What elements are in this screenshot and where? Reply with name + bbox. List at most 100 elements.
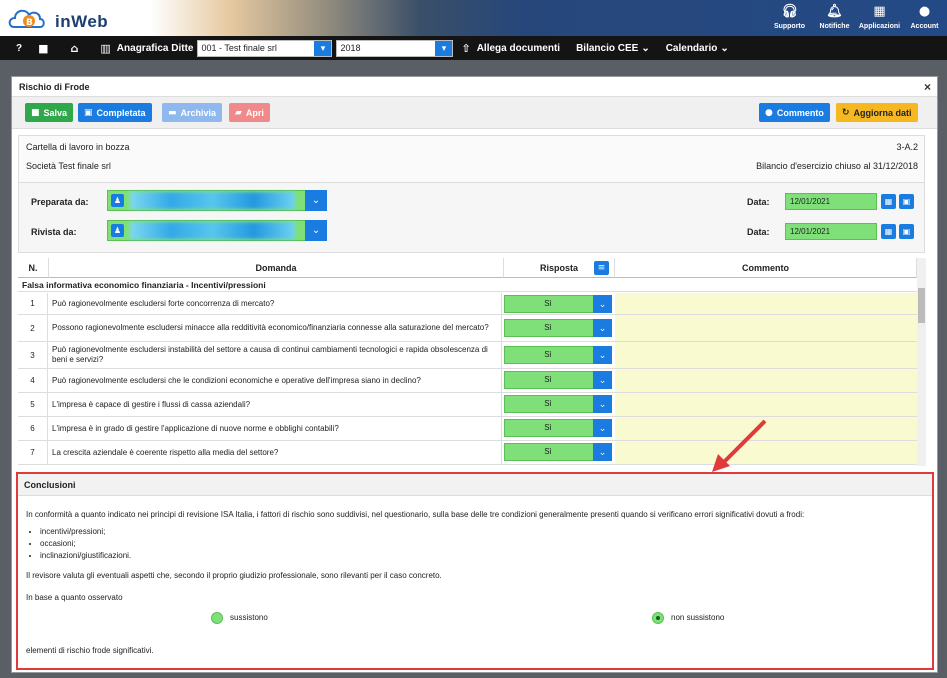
- main-navbar: ? ■ ⌂ ▥ Anagrafica Ditte 001 - Test final…: [0, 36, 947, 60]
- answer-select[interactable]: Sì ⌄: [504, 319, 612, 337]
- anagrafica-label: Anagrafica Ditte: [116, 42, 194, 54]
- row-question: Può ragionevolmente escludersi che le co…: [49, 369, 502, 392]
- apri-button[interactable]: ▰ Apri: [229, 103, 270, 122]
- date-field-preparata[interactable]: 12/01/2021: [785, 193, 877, 210]
- list-menu-icon[interactable]: ≡: [594, 261, 609, 275]
- calendario-menu[interactable]: Calendario ⌄: [658, 43, 737, 54]
- commento-button[interactable]: ● Commento: [759, 103, 830, 122]
- chevron-down-icon: ⌄: [593, 319, 612, 337]
- row-number: 4: [18, 369, 48, 392]
- calendar-today-icon[interactable]: ▣: [899, 224, 914, 239]
- workpaper-info: Cartella di lavoro in bozza 3-A.2 Societ…: [18, 135, 925, 183]
- upload-icon: ⇧: [461, 41, 471, 55]
- bell-icon: 🔔︎: [826, 4, 843, 19]
- conclusioni-intro: In conformità a quanto indicato nei prin…: [26, 510, 805, 519]
- applications-button[interactable]: ▦ Applicazioni: [857, 0, 902, 36]
- comment-cell[interactable]: [615, 393, 917, 416]
- archivia-label: Archivia: [180, 107, 217, 118]
- comment-cell[interactable]: [615, 342, 917, 368]
- header-domanda: Domanda: [49, 258, 504, 278]
- answer-value: Sì: [544, 323, 552, 332]
- answer-select[interactable]: Sì ⌄: [504, 395, 612, 413]
- chevron-down-icon: ⌄: [593, 443, 612, 461]
- table-row: 1 Può ragionevolmente escludersi forte co…: [18, 293, 917, 315]
- chevron-down-icon: ⌄: [593, 395, 612, 413]
- preparata-select[interactable]: ♟ ⌄: [107, 190, 327, 211]
- answer-select[interactable]: Sì ⌄: [504, 443, 612, 461]
- answer-select[interactable]: Sì ⌄: [504, 371, 612, 389]
- close-icon[interactable]: ×: [924, 80, 931, 94]
- preparata-label: Preparata da:: [31, 197, 89, 207]
- apri-label: Apri: [245, 107, 264, 118]
- notifications-label: Notifiche: [819, 23, 850, 30]
- support-button[interactable]: 🎧︎ Supporto: [767, 0, 812, 36]
- radio-non-sussistono[interactable]: [652, 612, 664, 624]
- table-row: 4 Può ragionevolmente escludersi che le c…: [18, 369, 917, 393]
- conclusioni-p2: Il revisore valuta gli eventuali aspetti…: [26, 571, 442, 580]
- comment-cell[interactable]: [615, 293, 917, 314]
- bullet-item: inclinazioni/giustificazioni.: [40, 550, 131, 562]
- answer-select[interactable]: Sì ⌄: [504, 419, 612, 437]
- calendario-label: Calendario: [665, 42, 718, 54]
- data-label: Data:: [747, 227, 770, 237]
- bullet-item: occasioni;: [40, 538, 131, 550]
- rivista-select[interactable]: ♟ ⌄: [107, 220, 327, 241]
- clipboard-icon: ▣: [84, 107, 93, 118]
- chevron-down-icon: ⌄: [593, 295, 612, 313]
- user-icon: ♟: [111, 224, 124, 237]
- bilancio-text: Bilancio d'esercizio chiuso al 31/12/201…: [756, 161, 918, 171]
- answer-value: Sì: [544, 299, 552, 308]
- bilancio-label: Bilancio CEE: [576, 42, 639, 54]
- calendar-icon[interactable]: ▦: [881, 194, 896, 209]
- salva-button[interactable]: ■ Salva: [25, 103, 74, 122]
- rischio-frode-modal: Rischio di Frode × ■ Salva ▣ Completata ▬ A…: [11, 76, 938, 673]
- home-button[interactable]: ⌂: [63, 42, 93, 55]
- allega-label: Allega documenti: [476, 42, 561, 54]
- video-icon: ■: [38, 41, 49, 55]
- chevron-down-icon: ⌄: [305, 220, 327, 241]
- completata-button[interactable]: ▣ Completata: [78, 103, 152, 122]
- aggiorna-dati-button[interactable]: ↻ Aggiorna dati: [836, 103, 918, 122]
- scrollbar-thumb[interactable]: [918, 288, 925, 323]
- account-button[interactable]: ● Account: [902, 0, 947, 36]
- year-select[interactable]: 2018 ▾: [336, 39, 454, 57]
- row-question: Possono ragionevolmente escludersi minac…: [49, 315, 502, 341]
- answer-value: Sì: [544, 350, 552, 359]
- comment-cell[interactable]: [615, 315, 917, 341]
- answer-select[interactable]: Sì ⌄: [504, 295, 612, 313]
- conclusioni-panel: Conclusioni In conformità a quanto indic…: [16, 472, 934, 670]
- calendar-icon[interactable]: ▦: [881, 224, 896, 239]
- allega-documenti-button[interactable]: ⇧ Allega documenti: [453, 42, 568, 55]
- modal-toolbar: ■ Salva ▣ Completata ▬ Archivia ▰ Apri ● Comm…: [12, 97, 937, 129]
- conclusioni-p4: elementi di rischio frode significativi.: [26, 646, 154, 655]
- table-row: 5 L'impresa è capace di gestire i flussi …: [18, 393, 917, 417]
- grid-icon: ▦: [873, 4, 886, 19]
- archivia-button[interactable]: ▬ Archivia: [162, 103, 223, 122]
- calendar-today-icon[interactable]: ▣: [899, 194, 914, 209]
- comment-cell[interactable]: [615, 369, 917, 392]
- help-button[interactable]: ?: [0, 43, 30, 54]
- radio-sussistono[interactable]: [211, 612, 223, 624]
- year-value: 2018: [340, 43, 361, 53]
- save-icon: ■: [31, 107, 40, 118]
- row-question: L'impresa è in grado di gestire l'applic…: [49, 417, 502, 440]
- modal-title: Rischio di Frode: [19, 82, 90, 92]
- date-field-rivista[interactable]: 12/01/2021: [785, 223, 877, 240]
- row-number: 1: [18, 293, 48, 314]
- conclusioni-p3: In base a quanto osservato: [26, 593, 123, 602]
- support-label: Supporto: [773, 23, 806, 30]
- conclusioni-title: Conclusioni: [18, 474, 932, 496]
- chevron-down-icon: ▾: [314, 40, 332, 56]
- aggiorna-label: Aggiorna dati: [853, 107, 912, 118]
- row-number: 6: [18, 417, 48, 440]
- table-scrollbar[interactable]: [917, 258, 926, 466]
- anagrafica-ditte-menu[interactable]: ▥ Anagrafica Ditte: [92, 42, 201, 55]
- blurred-name: [130, 192, 295, 209]
- notifications-button[interactable]: 🔔︎ Notifiche: [812, 0, 857, 36]
- video-button[interactable]: ■: [30, 42, 62, 55]
- bilancio-cee-menu[interactable]: Bilancio CEE ⌄: [568, 43, 658, 54]
- bullet-item: incentivi/pressioni;: [40, 526, 131, 538]
- company-select[interactable]: 001 - Test finale srl ▾: [197, 39, 333, 57]
- salva-label: Salva: [43, 107, 68, 118]
- answer-select[interactable]: Sì ⌄: [504, 346, 612, 364]
